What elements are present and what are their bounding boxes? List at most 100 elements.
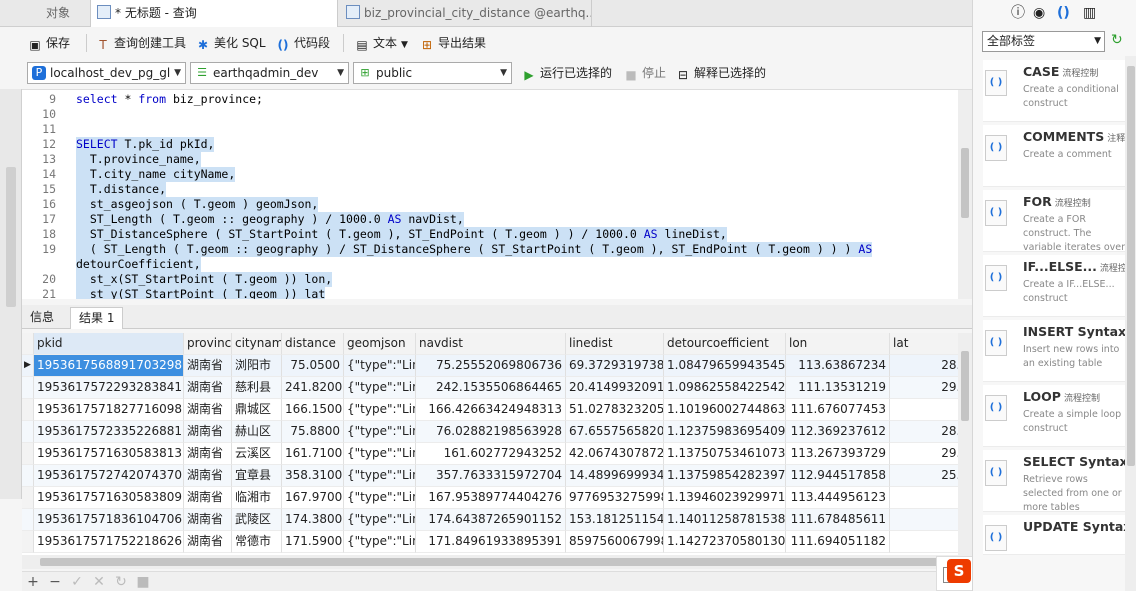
table-cell[interactable]: 湖南省 [184, 509, 232, 531]
scrollbar-thumb[interactable] [6, 167, 16, 307]
table-cell[interactable]: {"type":"Line [344, 421, 416, 443]
tab-untitled-query[interactable]: * 无标题 - 查询 [90, 0, 338, 27]
tab-result-1[interactable]: 结果 1 [70, 307, 124, 329]
stop-refresh-button[interactable]: ■ [134, 573, 152, 591]
tab-info[interactable]: 信息 [22, 307, 62, 329]
row-header[interactable] [22, 531, 34, 553]
table-cell[interactable]: 湖南省 [184, 421, 232, 443]
table-cell[interactable]: 1.1394602392997137 [664, 487, 786, 509]
table-cell[interactable]: 鼎城区 [232, 399, 282, 421]
table-cell[interactable]: 赫山区 [232, 421, 282, 443]
table-cell[interactable]: 113.63867234 [786, 355, 890, 377]
snippet-button[interactable]: () 代码段 [276, 34, 331, 52]
table-cell[interactable]: 153.1812511549 [566, 509, 664, 531]
table-cell[interactable]: 湖南省 [184, 465, 232, 487]
table-cell[interactable]: 云溪区 [232, 443, 282, 465]
table-cell[interactable]: 174.3800 [282, 509, 344, 531]
run-selected-button[interactable]: ▶ 运行已选择的 [522, 64, 612, 82]
table-row[interactable]: 1953617571630583809 湖南省 临湘市 167.9700 {"type"… [22, 487, 972, 509]
table-cell[interactable]: 1953617572335226881 [34, 421, 184, 443]
row-header[interactable] [22, 399, 34, 421]
table-cell[interactable]: 临湘市 [232, 487, 282, 509]
table-cell[interactable]: 358.3100 [282, 465, 344, 487]
table-cell[interactable]: 174.64387265901152 [416, 509, 566, 531]
table-cell[interactable]: 75.8800 [282, 421, 344, 443]
table-row[interactable]: 1953617571836104706 湖南省 武陵区 174.3800 {"type"… [22, 509, 972, 531]
table-cell[interactable]: 241.8200 [282, 377, 344, 399]
row-header[interactable] [22, 509, 34, 531]
table-cell[interactable]: 167.9700 [282, 487, 344, 509]
table-cell[interactable]: 湖南省 [184, 487, 232, 509]
table-cell[interactable]: 112.944517858 [786, 465, 890, 487]
delete-row-button[interactable]: − [46, 573, 64, 591]
table-cell[interactable]: 167.95389774404276 [416, 487, 566, 509]
table-row[interactable]: 1953617572293283841 湖南省 慈利县 241.8200 {"type"… [22, 377, 972, 399]
table-cell[interactable]: 111.676077453 [786, 399, 890, 421]
table-cell[interactable]: 1.1375985428239754 [664, 465, 786, 487]
result-grid[interactable]: pkid provinc citynam distance geomjson navdis… [22, 333, 972, 555]
apply-button[interactable]: ✓ [68, 573, 86, 591]
snippet-item[interactable]: ( ) UPDATE Syntax [983, 515, 1133, 555]
table-cell[interactable]: 1953617571752218626 [34, 531, 184, 553]
snippet-item[interactable]: ( ) FOR 流程控制 Create a FOR construct. The va… [983, 190, 1133, 267]
table-cell[interactable]: 1953617568891703298 [34, 355, 184, 377]
snippet-icon[interactable]: () [1057, 4, 1070, 22]
table-cell[interactable]: 14.48996999342 [566, 465, 664, 487]
row-header[interactable] [22, 377, 34, 399]
view-icon[interactable]: ◉ [1033, 4, 1045, 22]
table-cell[interactable]: 宜章县 [232, 465, 282, 487]
snippet-item[interactable]: ( ) IF...ELSE... 流程控制 Create a IF...ELSE...… [983, 255, 1136, 317]
table-cell[interactable]: 1.1427237058013067 [664, 531, 786, 553]
table-row[interactable]: 1953617571752218626 湖南省 常德市 171.5900 {"type"… [22, 531, 972, 553]
scrollbar-thumb[interactable] [1127, 66, 1135, 466]
table-cell[interactable]: 113.267393729 [786, 443, 890, 465]
table-cell[interactable]: 113.444956123 [786, 487, 890, 509]
table-cell[interactable]: {"type":"Line [344, 487, 416, 509]
table-cell[interactable]: 111.678485611 [786, 509, 890, 531]
table-cell[interactable]: 湖南省 [184, 355, 232, 377]
connection-select[interactable]: Plocalhost_dev_pg_gl ▼ [27, 62, 186, 84]
discard-button[interactable]: ✕ [90, 573, 108, 591]
table-cell[interactable]: 76.02882198563928 [416, 421, 566, 443]
table-cell[interactable]: 9776953275998 [566, 487, 664, 509]
table-cell[interactable]: 166.1500 [282, 399, 344, 421]
table-cell[interactable]: 浏阳市 [232, 355, 282, 377]
table-cell[interactable]: 1.1375075346107362 [664, 443, 786, 465]
table-cell[interactable]: 慈利县 [232, 377, 282, 399]
table-cell[interactable]: 161.602772943252 [416, 443, 566, 465]
snippet-item[interactable]: ( ) CASE 流程控制 Create a conditional construc… [983, 60, 1133, 122]
row-header[interactable] [22, 443, 34, 465]
table-row[interactable]: 1953617571630583813 湖南省 云溪区 161.7100 {"type"… [22, 443, 972, 465]
table-cell[interactable]: 161.7100 [282, 443, 344, 465]
table-row[interactable]: 1953617572335226881 湖南省 赫山区 75.8800 {"type":… [22, 421, 972, 443]
text-menu-button[interactable]: ▤ 文本 ▼ [355, 34, 408, 52]
table-cell[interactable]: 111.13531219 [786, 377, 890, 399]
table-cell[interactable]: 1.084796599435459 [664, 355, 786, 377]
table-cell[interactable]: 8597560067998 [566, 531, 664, 553]
table-row[interactable]: ▶ 1953617568891703298 湖南省 浏阳市 75.0500 {"type"… [22, 355, 972, 377]
table-cell[interactable]: 1953617572293283841 [34, 377, 184, 399]
table-cell[interactable]: 166.42663424948313 [416, 399, 566, 421]
stop-button[interactable]: ■ 停止 [624, 64, 666, 82]
table-cell[interactable]: 常德市 [232, 531, 282, 553]
query-builder-button[interactable]: T 查询创建工具 [96, 34, 186, 52]
tab-table[interactable]: biz_provincial_city_distance @earthq... [340, 0, 592, 27]
table-cell[interactable]: {"type":"Line [344, 377, 416, 399]
schema-select[interactable]: ⊞ public ▼ [353, 62, 512, 84]
scrollbar-thumb[interactable] [40, 558, 940, 566]
snippet-item[interactable]: ( ) INSERT Syntax Insert new rows into an … [983, 320, 1133, 382]
table-cell[interactable]: 20.41499320915 [566, 377, 664, 399]
table-cell[interactable]: 湖南省 [184, 531, 232, 553]
editor-scrollbar[interactable] [958, 90, 972, 299]
table-cell[interactable]: 69.37293197382 [566, 355, 664, 377]
table-cell[interactable]: 1953617571827716098 [34, 399, 184, 421]
table-cell[interactable]: 武陵区 [232, 509, 282, 531]
column-header[interactable]: linedist [566, 333, 664, 355]
table-cell[interactable]: 112.369237612 [786, 421, 890, 443]
scrollbar-thumb[interactable] [961, 148, 969, 218]
explain-selected-button[interactable]: ⊟ 解释已选择的 [676, 64, 766, 82]
table-cell[interactable]: {"type":"Line [344, 531, 416, 553]
table-cell[interactable]: 67.65575658204 [566, 421, 664, 443]
scrollbar-thumb[interactable] [961, 351, 969, 421]
table-cell[interactable]: 1953617571630583809 [34, 487, 184, 509]
